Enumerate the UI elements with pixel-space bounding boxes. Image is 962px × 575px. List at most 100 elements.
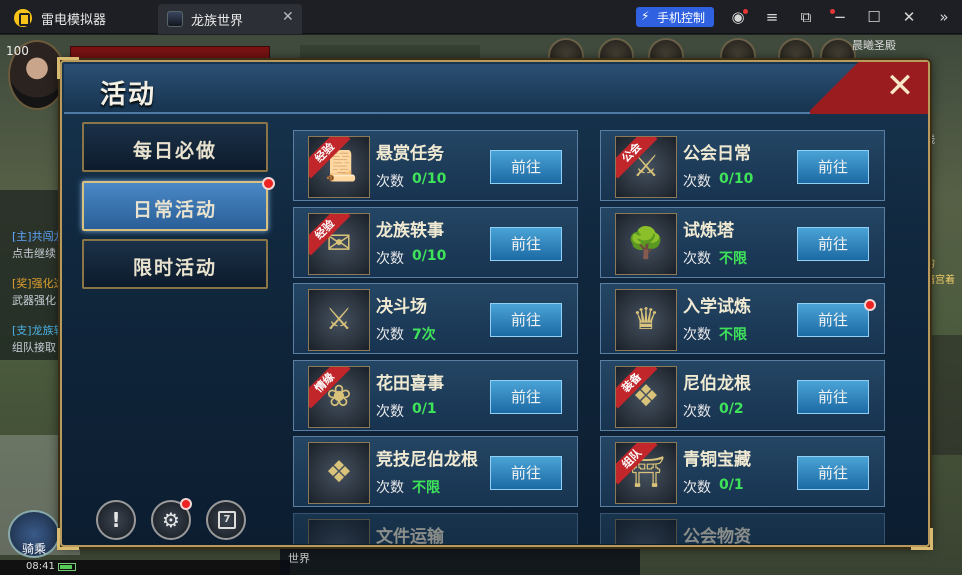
dragon-crest-icon: ❖ 装备 (615, 365, 677, 428)
activity-name: 公会日常 (683, 144, 751, 164)
activity-card[interactable]: ♛ 入学试炼 次数 不限 前往 (600, 283, 885, 354)
go-button[interactable]: 前往 (797, 226, 869, 261)
emulator-app-name: 雷电模拟器 (41, 13, 107, 28)
quest-line[interactable]: [主]共闯龙 (12, 228, 65, 244)
gold-crest-icon: ♛ (615, 289, 677, 351)
expand-sidebar-icon[interactable]: » (935, 8, 953, 26)
count-label: 次数 (376, 403, 404, 420)
tab-close-button[interactable]: ✕ (282, 9, 294, 25)
count-value: 0/2 (719, 400, 744, 417)
letter-icon: ✉ 经验 (308, 212, 370, 275)
player-hp-bar (70, 46, 270, 60)
quest-line[interactable]: [支]龙族轶 (12, 322, 65, 338)
quest-line[interactable]: 组队接取 (12, 339, 56, 355)
activity-card[interactable]: ❖ 装备 尼伯龙根 次数 0/2 前往 (600, 359, 885, 431)
activity-card[interactable]: ❖ 竞技尼伯龙根 次数 不限 前往 (293, 436, 578, 507)
chat-bar[interactable] (280, 548, 640, 575)
category-label: 日常活动 (132, 199, 217, 221)
icon-glyph (616, 520, 676, 545)
phone-control-label: 手机控制 (657, 11, 706, 25)
go-button[interactable]: 前往 (797, 303, 869, 337)
frame-corner-ornament (57, 528, 79, 550)
count-value: 0/1 (412, 400, 437, 417)
bronze-gate-icon: ⛩ 组队 (615, 442, 677, 504)
go-button[interactable]: 前往 (797, 150, 869, 184)
player-level: 100 (6, 44, 29, 58)
quest-line[interactable]: [奖]强化达 (12, 275, 65, 291)
emulator-logo-icon (14, 9, 32, 27)
info-button[interactable]: ! (96, 500, 136, 540)
shield-swords-icon: ⚔ 公会 (615, 136, 677, 198)
activity-card[interactable]: ✉ 经验 龙族轶事 次数 0/10 前往 (293, 206, 578, 278)
count-label: 次数 (683, 403, 711, 420)
ride-label: 骑乘 (22, 542, 47, 556)
emulator-window: { "emulator": { "app_name": "雷电模拟器", "ta… (0, 0, 962, 575)
go-button[interactable]: 前往 (490, 226, 562, 261)
quest-line[interactable]: 武器强化 (12, 292, 56, 308)
activity-panel: 活动 ✕ 每日必做 日常活动 限时活动 ! ⚙ 7 📜 经验 悬赏任务 次数 0/10 前… (57, 57, 933, 550)
count-label: 次数 (683, 250, 711, 267)
close-window-icon[interactable]: ✕ (900, 8, 918, 26)
count-label: 次数 (376, 480, 404, 496)
maximize-icon[interactable]: ☐ (865, 8, 883, 26)
tab-game[interactable]: 龙族世界 ✕ (158, 4, 302, 34)
activity-card[interactable]: 🌳 试炼塔次数 不限 前往 (600, 206, 885, 278)
category-daily-activities[interactable]: 日常活动 (82, 177, 275, 231)
activity-card[interactable]: 文件运输 (293, 512, 578, 545)
calendar-button[interactable]: 7 (206, 500, 246, 540)
game-app-icon (167, 11, 183, 27)
popout-icon[interactable]: ⧉ (797, 8, 815, 26)
go-button[interactable]: 前往 (797, 456, 869, 490)
count-value: 不限 (412, 480, 440, 496)
go-button[interactable]: 前往 (490, 379, 562, 414)
menu-icon[interactable]: ≡ (763, 8, 781, 26)
tree-tower-icon: 🌳 (615, 212, 677, 275)
activity-name: 决斗场 (376, 297, 427, 317)
go-button[interactable]: 前往 (490, 456, 562, 490)
count-value: 0/10 (412, 247, 447, 264)
activity-name: 悬赏任务 (376, 144, 444, 164)
activity-card[interactable]: ⛩ 组队 青铜宝藏 次数 0/1 前往 (600, 436, 885, 507)
supplies-icon (615, 518, 677, 545)
count-label: 次数 (683, 327, 711, 343)
category-daily-must[interactable]: 每日必做 (82, 122, 268, 172)
zone-name: 晨曦圣殿 (852, 39, 896, 52)
activity-card[interactable]: 公会物资 (600, 512, 885, 545)
panel-title: 活动 (100, 80, 157, 110)
activity-name: 试炼塔 (683, 220, 734, 241)
activity-name: 公会物资 (683, 526, 751, 545)
count-label: 次数 (683, 174, 711, 190)
frame-corner-ornament (57, 57, 79, 79)
activity-card[interactable]: 📜 经验 悬赏任务 次数 0/10 前往 (293, 130, 578, 201)
activity-name: 竞技尼伯龙根 (376, 450, 478, 470)
minimize-icon[interactable]: − (831, 8, 849, 26)
count-label: 次数 (376, 250, 404, 267)
category-label: 每日必做 (132, 140, 217, 162)
transport-icon (308, 518, 370, 544)
exclamation-icon: ! (111, 508, 121, 532)
go-button[interactable]: 前往 (797, 379, 869, 414)
gear-icon: ⚙ (162, 508, 180, 532)
activity-card[interactable]: ⚔ 决斗场 次数 7次 前往 (293, 283, 578, 354)
calendar-icon: 7 (218, 511, 236, 529)
activity-list[interactable]: 📜 经验 悬赏任务 次数 0/10 前往 ⚔ 公会 公会日常 次数 0/10 前往 ✉ 经验 龙族轶事 次数 0… (284, 124, 904, 544)
activity-card[interactable]: ❀ 情缘 花田喜事 次数 0/1 前往 (293, 359, 578, 431)
category-notification-dot (262, 177, 275, 190)
category-limited-time[interactable]: 限时活动 (82, 239, 268, 289)
go-button[interactable]: 前往 (490, 150, 562, 184)
count-value: 不限 (719, 250, 747, 267)
close-panel-button[interactable]: ✕ (880, 66, 920, 106)
world-channel-label[interactable]: 世界 (288, 550, 310, 566)
settings-notification-dot (180, 498, 192, 510)
activity-card[interactable]: ⚔ 公会 公会日常 次数 0/10 前往 (600, 130, 885, 201)
go-button[interactable]: 前往 (490, 303, 562, 337)
count-value: 0/10 (412, 171, 447, 187)
quest-line[interactable]: 点击继续 (12, 245, 56, 261)
count-value: 不限 (719, 327, 747, 343)
activity-notification-dot (864, 299, 876, 311)
clock: 08:41 (26, 561, 55, 572)
phone-control-button[interactable]: ⚡ 手机控制 (636, 7, 714, 27)
activity-name: 文件运输 (376, 526, 444, 545)
lightning-icon: ⚡ (641, 9, 650, 23)
icon-glyph: ♛ (632, 302, 660, 337)
